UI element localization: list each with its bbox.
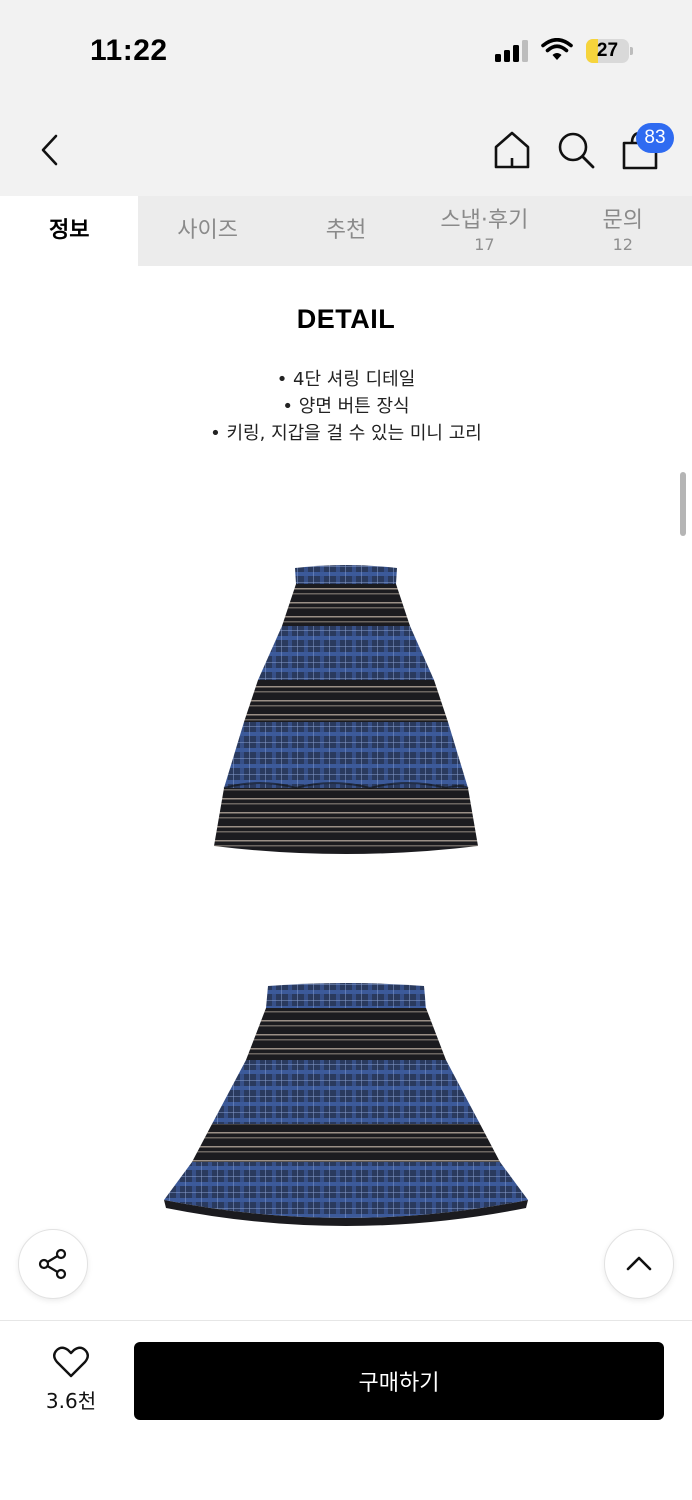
tab-size[interactable]: 사이즈 — [138, 196, 276, 266]
tab-count: 17 — [474, 235, 495, 254]
tab-info[interactable]: 정보 — [0, 196, 139, 266]
battery-icon: 27 — [586, 39, 633, 63]
long-tiered-plaid-skirt-photo — [214, 565, 478, 854]
status-bar: 11:22 27 — [0, 0, 692, 100]
scrollbar-thumb[interactable] — [680, 472, 686, 536]
tab-inquiry[interactable]: 문의 12 — [554, 196, 692, 266]
detail-bullet: 4단 셔링 디테일 — [0, 366, 692, 393]
buy-button[interactable]: 구매하기 — [134, 1342, 664, 1420]
search-icon[interactable] — [554, 128, 598, 172]
product-detail-content[interactable]: DETAIL 4단 셔링 디테일 양면 버튼 장식 키링, 지갑을 걸 수 있는… — [0, 266, 692, 1320]
bottom-purchase-bar: 3.6천 구매하기 — [0, 1320, 692, 1500]
wifi-icon — [541, 38, 573, 60]
tab-label: 추천 — [325, 218, 367, 243]
status-time: 11:22 — [90, 34, 168, 67]
like-button[interactable]: 3.6천 — [26, 1345, 116, 1419]
tab-label: 사이즈 — [177, 218, 238, 243]
scroll-to-top-button[interactable] — [604, 1229, 674, 1299]
detail-bullet: 키링, 지갑을 걸 수 있는 미니 고리 — [0, 420, 692, 447]
detail-bullet: 양면 버튼 장식 — [0, 393, 692, 420]
home-icon[interactable] — [490, 128, 534, 172]
top-nav-bar — [0, 100, 692, 196]
detail-bullet-list: 4단 셔링 디테일 양면 버튼 장식 키링, 지갑을 걸 수 있는 미니 고리 — [0, 366, 692, 447]
tab-snap-review[interactable]: 스냅·후기 17 — [415, 196, 553, 266]
chevron-up-icon — [626, 1256, 652, 1271]
detail-title: DETAIL — [296, 304, 396, 334]
share-icon — [38, 1248, 67, 1280]
product-tab-bar: 정보 사이즈 추천 스냅·후기 17 문의 12 — [0, 196, 692, 266]
tab-label: 정보 — [48, 218, 90, 243]
tab-label: 스냅·후기 — [440, 208, 529, 233]
share-button[interactable] — [18, 1229, 88, 1299]
cart-count-badge: 83 — [636, 123, 674, 153]
tab-label: 문의 — [602, 208, 643, 233]
chevron-left-icon[interactable] — [30, 130, 70, 170]
heart-icon — [53, 1346, 89, 1378]
battery-percent: 27 — [596, 40, 619, 61]
cellular-signal-icon — [495, 40, 528, 62]
tab-count: 12 — [612, 235, 633, 254]
like-count: 3.6천 — [45, 1389, 97, 1413]
tab-recommend[interactable]: 추천 — [277, 196, 415, 266]
short-tiered-plaid-skirt-photo — [164, 983, 528, 1226]
